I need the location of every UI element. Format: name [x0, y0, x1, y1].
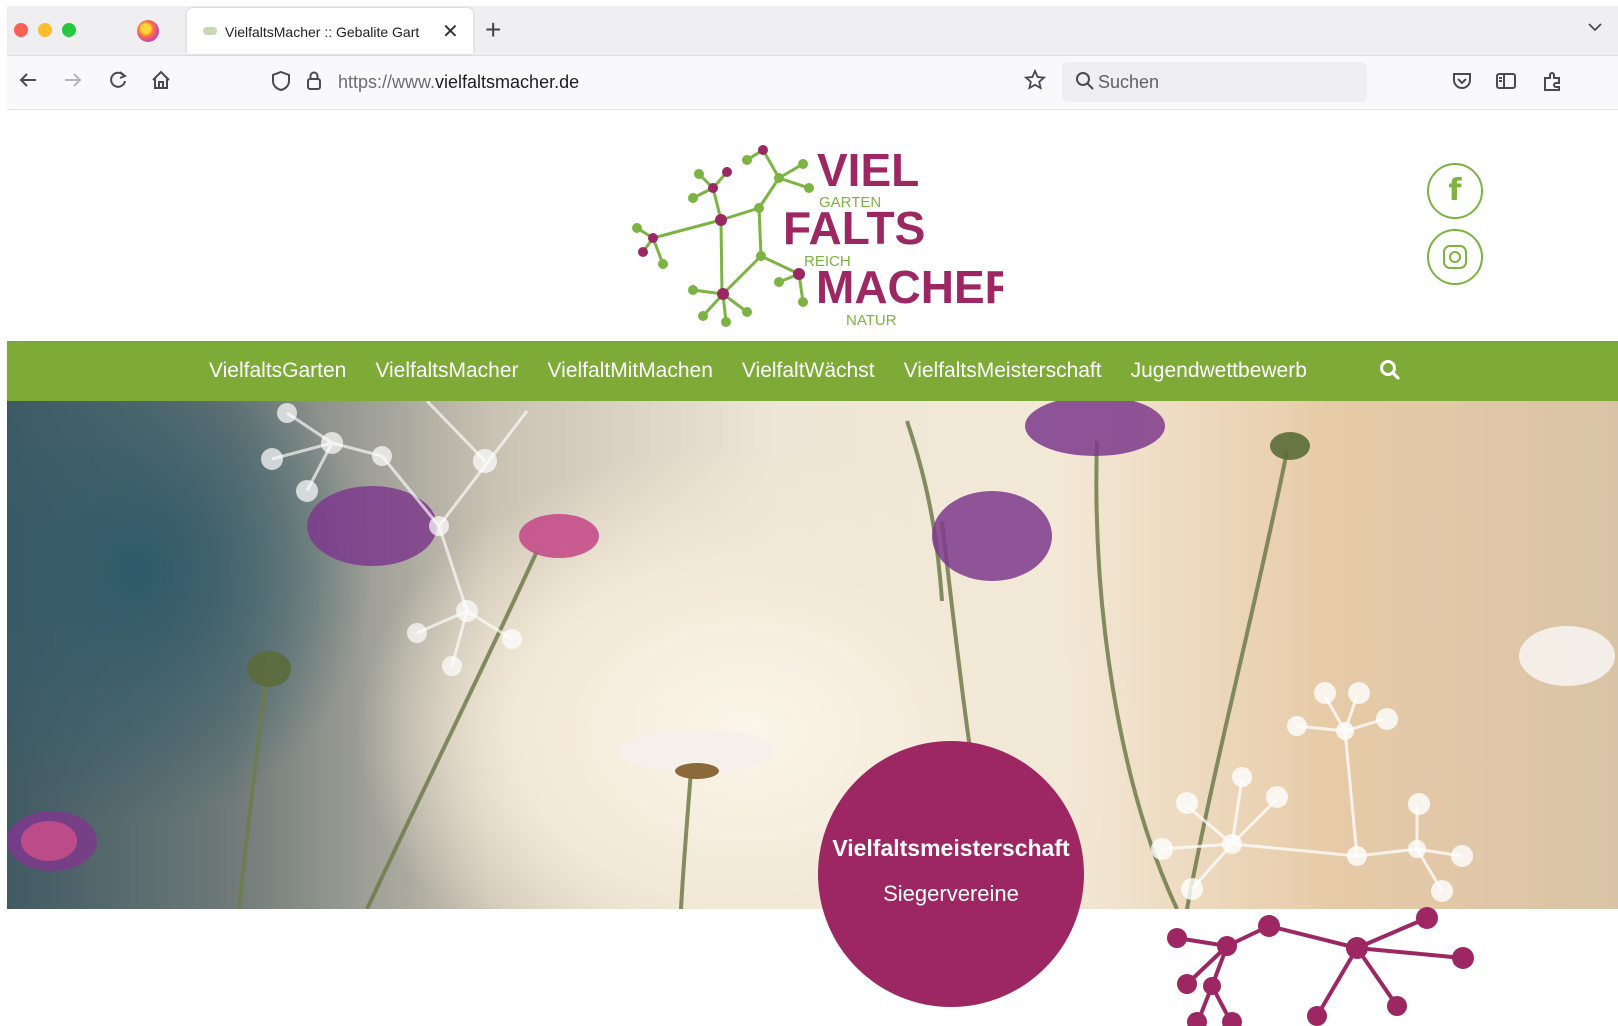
extensions-icon[interactable]: [1541, 70, 1563, 98]
forward-arrow-icon[interactable]: [62, 69, 84, 97]
nav-toolbar: https://www.vielfaltsmacher.de Suchen: [7, 56, 1618, 110]
tab-title: VielfaltsMacher :: Gebalite Gart: [225, 24, 420, 40]
logo-natur: NATUR: [846, 312, 897, 329]
molecule-decoration: [1167, 907, 1474, 1026]
nav-item-jugendwettbewerb[interactable]: Jugendwettbewerb: [1131, 359, 1307, 383]
minimize-window-button[interactable]: [38, 23, 52, 37]
main-navigation: VielfaltsGarten VielfaltsMacher Vielfalt…: [7, 341, 1618, 401]
hero-image: [7, 401, 1618, 909]
logo-viel: VIEL: [817, 144, 919, 196]
url-bar[interactable]: https://www.vielfaltsmacher.de: [262, 62, 1055, 102]
hero-flowers: [7, 401, 1615, 909]
nav-item-vielfaltsmeisterschaft[interactable]: VielfaltsMeisterschaft: [904, 359, 1102, 383]
tab-bar: VielfaltsMacher :: Gebalite Gart ✕ +: [7, 6, 1618, 56]
home-icon[interactable]: [150, 69, 172, 97]
browser-window: VielfaltsMacher :: Gebalite Gart ✕ + htt…: [7, 6, 1618, 1026]
nav-item-vielfaltsmacher[interactable]: VielfaltsMacher: [375, 359, 518, 383]
sidebar-icon[interactable]: [1495, 70, 1517, 98]
logo-macher: MACHER: [816, 261, 1003, 313]
search-placeholder: Suchen: [1098, 72, 1160, 92]
reload-icon[interactable]: [107, 69, 129, 97]
new-tab-button[interactable]: +: [485, 14, 501, 46]
chevron-down-icon[interactable]: [1586, 18, 1604, 41]
badge-title: Vielfaltsmeisterschaft: [832, 835, 1070, 861]
badge-subtitle: Siegervereine: [883, 881, 1019, 906]
nav-item-vielfaltwaechst[interactable]: VielfaltWächst: [742, 359, 875, 383]
site-header: VIEL GARTEN FALTS REICH MACHER NATUR f: [7, 111, 1618, 342]
logo-falts: FALTS: [783, 202, 925, 254]
nav-item-vielfaltsgarten[interactable]: VielfaltsGarten: [209, 359, 346, 383]
facebook-icon[interactable]: f: [1427, 163, 1483, 219]
close-window-button[interactable]: [14, 23, 28, 37]
url-text: https://www.vielfaltsmacher.de: [338, 72, 579, 93]
instagram-glyph: [1443, 245, 1467, 269]
url-prefix: https://www.: [338, 72, 436, 92]
back-arrow-icon[interactable]: [17, 69, 39, 97]
search-icon: [1074, 68, 1096, 100]
shield-icon[interactable]: [270, 70, 292, 98]
zoom-window-button[interactable]: [62, 23, 76, 37]
firefox-icon[interactable]: [137, 20, 159, 42]
lock-icon[interactable]: [303, 69, 325, 97]
url-domain: vielfaltsmacher.de: [435, 72, 580, 92]
tab-close-icon[interactable]: ✕: [442, 19, 459, 44]
tab-active[interactable]: VielfaltsMacher :: Gebalite Gart ✕: [187, 8, 473, 54]
bookmark-star-icon[interactable]: [1023, 68, 1047, 98]
nav-item-vielfaltmitmachen[interactable]: VielfaltMitMachen: [548, 359, 713, 383]
search-input[interactable]: Suchen: [1062, 62, 1367, 102]
search-icon[interactable]: [1377, 357, 1403, 383]
pocket-icon[interactable]: [1451, 70, 1473, 98]
instagram-icon[interactable]: [1427, 229, 1483, 285]
site-logo[interactable]: VIEL GARTEN FALTS REICH MACHER NATUR: [623, 126, 1018, 331]
vielfaltsmeisterschaft-badge[interactable]: Vielfaltsmeisterschaft Siegervereine: [818, 741, 1084, 1007]
favicon-icon: [203, 27, 217, 35]
